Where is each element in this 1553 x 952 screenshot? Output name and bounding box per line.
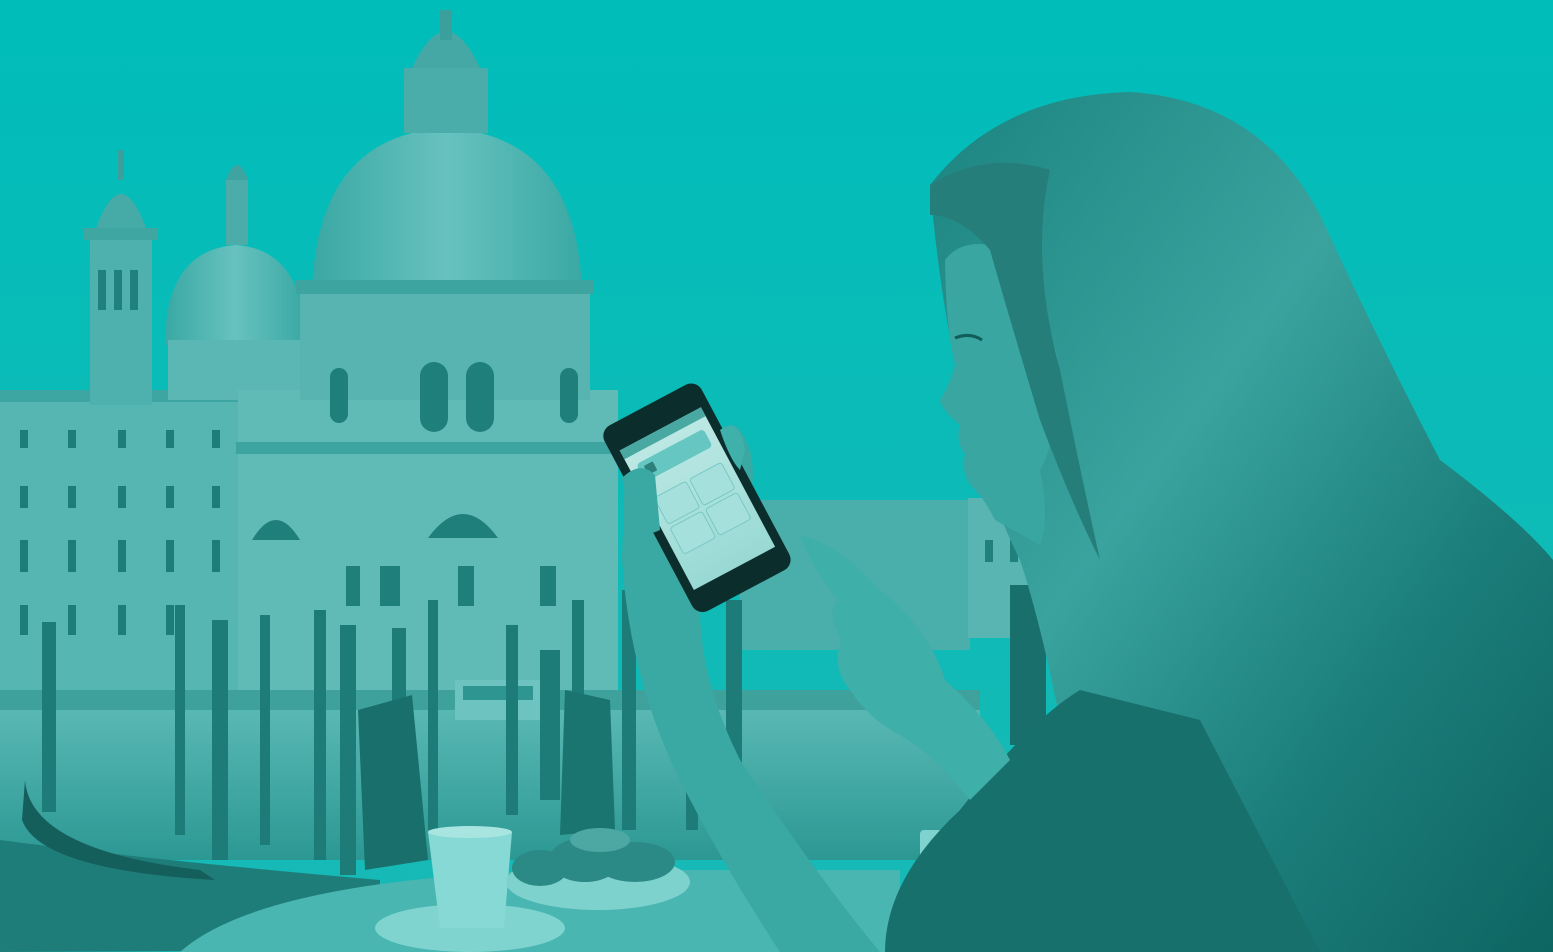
left-building xyxy=(0,390,240,698)
photo-scene xyxy=(0,0,1553,952)
coffee-cup xyxy=(428,832,512,928)
photo-canvas xyxy=(0,0,1553,952)
